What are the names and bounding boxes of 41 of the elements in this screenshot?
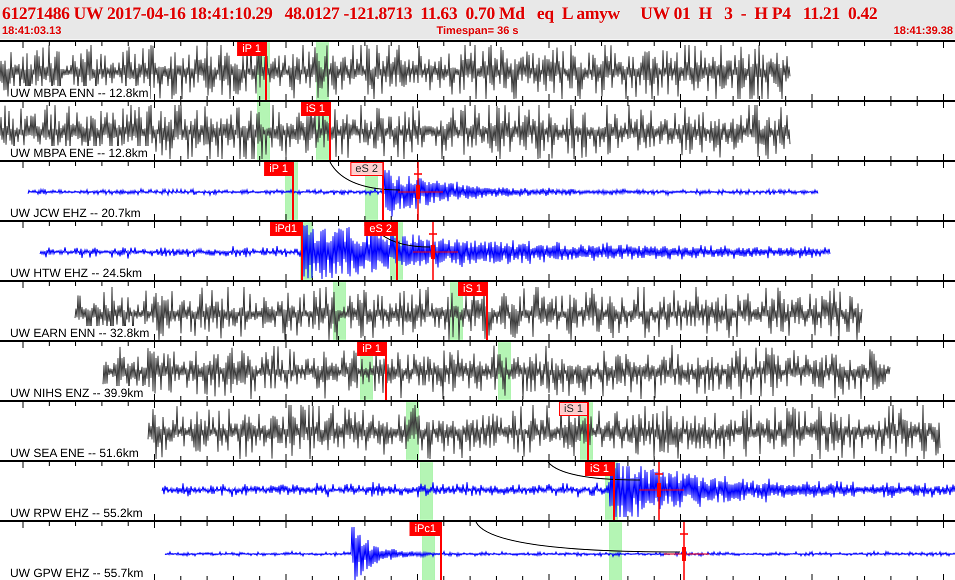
phase-pick-flag[interactable]: iPc1 — [410, 522, 441, 536]
start-time: 18:41:03.13 — [2, 25, 62, 38]
timespan: Timespan= 36 s — [436, 25, 519, 38]
pick-line — [301, 222, 303, 280]
amplitude-marker — [398, 162, 444, 220]
station-label: UW RPW EHZ -- 55.2km — [10, 506, 145, 520]
pick-line — [385, 342, 387, 400]
station-label: UW NIHS ENZ -- 39.9km — [10, 386, 146, 400]
station-label: UW GPW EHZ -- 55.7km — [10, 566, 146, 580]
phase-pick-flag[interactable]: iS 1 — [458, 282, 487, 296]
station-label: UW HTW EHZ -- 24.5km — [10, 266, 144, 280]
amplitude-marker — [412, 222, 458, 280]
amplitude-marker — [638, 462, 684, 520]
pick-line — [396, 222, 398, 280]
station-label: UW EARN ENN -- 32.8km — [10, 326, 152, 340]
event-summary: 61271486 UW 2017-04-16 18:41:10.29 48.0127 -121.8713 11.63 0.70 Md eq L amyw UW 01 H 3 - H P4 11.21 0.42 — [2, 2, 878, 25]
time-window-band — [420, 462, 433, 520]
time-window-band — [609, 522, 622, 580]
pick-line — [587, 402, 589, 460]
amplitude-marker — [664, 522, 710, 580]
phase-pick-flag[interactable]: iP 1 — [264, 162, 293, 176]
station-label: UW JCW EHZ -- 20.7km — [10, 206, 143, 220]
station-label: UW SEA ENE -- 51.6km — [10, 446, 141, 460]
pick-line — [440, 522, 442, 580]
pick-line — [265, 42, 267, 100]
pick-line — [613, 462, 615, 520]
phase-pick-flag[interactable]: iPd1 — [270, 222, 302, 236]
phase-pick-flag[interactable]: iP 1 — [357, 342, 386, 356]
phase-pick-flag[interactable]: eS 2 — [350, 162, 383, 176]
station-label: UW MBPA ENE -- 12.8km — [10, 146, 150, 160]
pick-line — [382, 162, 384, 220]
pick-line — [292, 162, 294, 220]
phase-pick-flag[interactable]: iS 1 — [301, 102, 330, 116]
end-time: 18:41:39.38 — [894, 25, 953, 38]
phase-pick-flag[interactable]: iS 1 — [559, 402, 588, 416]
station-label: UW MBPA ENN -- 12.8km — [10, 86, 150, 100]
phase-pick-flag[interactable]: iS 1 — [585, 462, 614, 476]
pick-line — [329, 102, 331, 160]
pick-line — [486, 282, 488, 340]
phase-pick-flag[interactable]: iP 1 — [237, 42, 266, 56]
phase-pick-flag[interactable]: eS 2 — [364, 222, 397, 236]
